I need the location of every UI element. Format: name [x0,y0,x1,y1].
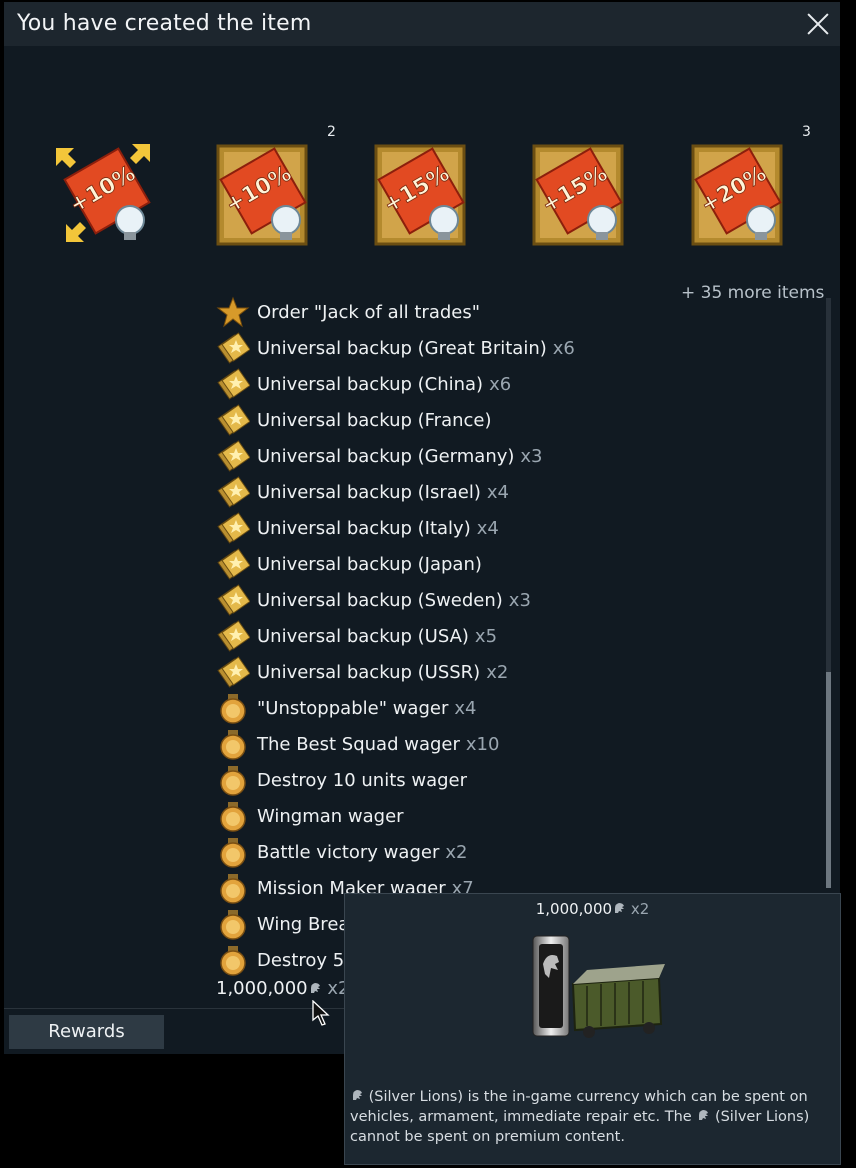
wager-icon [220,694,246,724]
list-item[interactable]: Universal backup (Germany) x3 [216,438,575,474]
list-item-name: Universal backup (USSR) [257,661,481,683]
backup-icon [217,476,250,508]
list-item-count: x2 [486,661,509,683]
list-item[interactable]: Universal backup (USSR) x2 [216,654,575,690]
silver-lions-wagon-image [532,935,665,1038]
list-item-count: x3 [520,445,543,467]
silver-lions-tooltip: 1,000,000 x2 (Silver Lions) is the in-ga… [344,893,841,1165]
list-item-name: Universal backup (Sweden) [257,589,503,611]
backup-icon [217,440,250,472]
list-item[interactable]: Universal backup (USA) x5 [216,618,575,654]
list-item-name: "Unstoppable" wager [257,697,449,719]
list-item[interactable]: Universal backup (France) [216,402,575,438]
title-bar: You have created the item [4,2,840,46]
list-item[interactable]: Universal backup (China) x6 [216,366,575,402]
wager-icon [220,802,246,832]
money-amount: 1,000,000 [216,978,308,999]
list-item-count: x2 [445,841,468,863]
booster-item-1[interactable]: +10% [52,140,162,250]
scrollbar-thumb[interactable] [826,672,831,888]
list-item-count: x5 [474,625,498,647]
booster-count: 3 [802,124,811,140]
list-item[interactable]: The Best Squad wager x10 [216,726,575,762]
star-icon [216,296,250,328]
backup-icon [217,368,250,400]
backup-icon [217,512,250,544]
list-item-count: x4 [454,697,477,719]
list-item[interactable]: Wingman wager [216,798,575,834]
list-item-count: x4 [476,517,499,539]
silver-lion-icon [310,983,320,993]
silver-lion-icon [615,903,625,913]
silver-lion-icon [699,1110,709,1120]
list-item-name: The Best Squad wager [257,733,460,755]
booster-count: 2 [327,124,336,140]
list-item[interactable]: Battle victory wager x2 [216,834,575,870]
list-item[interactable]: Universal backup (Japan) [216,546,575,582]
list-item-name: Destroy 5 [257,949,345,971]
list-item[interactable]: "Unstoppable" wager x4 [216,690,575,726]
backup-icon [217,548,250,580]
backup-icon [217,332,250,364]
list-item[interactable]: Universal backup (Israel) x4 [216,474,575,510]
list-item-name: Order "Jack of all trades" [257,301,481,323]
list-item-name: Wing Breal [257,913,355,935]
backup-icon [217,656,250,688]
booster-item-3[interactable]: +15% [366,140,476,250]
list-item-name: Universal backup (Italy) [257,517,471,539]
tooltip-count: x2 [630,900,650,918]
reward-list: Order "Jack of all trades" Universal back… [216,294,575,978]
list-item[interactable]: Universal backup (Great Britain) x6 [216,330,575,366]
list-item-count: x6 [489,373,512,395]
list-item-name: Universal backup (USA) [257,625,469,647]
list-item-name: Universal backup (Great Britain) [257,337,547,359]
booster-item-4[interactable]: +15% [524,140,634,250]
close-icon[interactable] [804,10,832,38]
list-item-name: Wingman wager [257,805,404,827]
list-item-count: x6 [552,337,575,359]
mouse-cursor-icon [312,1000,330,1026]
list-item-name: Destroy 10 units wager [257,769,468,791]
list-item-count: x10 [465,733,500,755]
money-reward[interactable]: 1,000,000 x2 [216,978,349,999]
list-item-name: Universal backup (Japan) [257,553,482,575]
list-item-count: x3 [508,589,531,611]
silver-lion-icon [353,1090,362,1100]
tooltip-price: 1,000,000 x2 [345,900,840,918]
dialog-title: You have created the item [17,11,312,36]
list-item-name: Universal backup (China) [257,373,484,395]
wager-icon [220,838,246,868]
booster-item-5[interactable]: +20% [683,140,793,250]
wager-icon [220,910,246,940]
booster-item-2[interactable]: +10% [208,140,318,250]
wager-icon [220,946,246,976]
more-items-label[interactable]: + 35 more items [681,283,824,303]
backup-icon [217,404,250,436]
list-item-name: Universal backup (Israel) [257,481,481,503]
list-item-count: x4 [486,481,509,503]
list-item[interactable]: Destroy 10 units wager [216,762,575,798]
list-item-name: Universal backup (France) [257,409,492,431]
wager-icon [220,766,246,796]
wager-icon [220,874,246,904]
tooltip-description: (Silver Lions) is the in-game currency w… [350,1087,830,1147]
list-item-name: Battle victory wager [257,841,440,863]
wager-icon [220,730,246,760]
backup-icon [217,620,250,652]
list-item[interactable]: Order "Jack of all trades" [216,294,575,330]
rewards-button[interactable]: Rewards [9,1015,164,1049]
list-item-name: Universal backup (Germany) [257,445,515,467]
backup-icon [217,584,250,616]
list-item[interactable]: Universal backup (Italy) x4 [216,510,575,546]
tooltip-amount: 1,000,000 [535,900,613,918]
list-item[interactable]: Universal backup (Sweden) x3 [216,582,575,618]
